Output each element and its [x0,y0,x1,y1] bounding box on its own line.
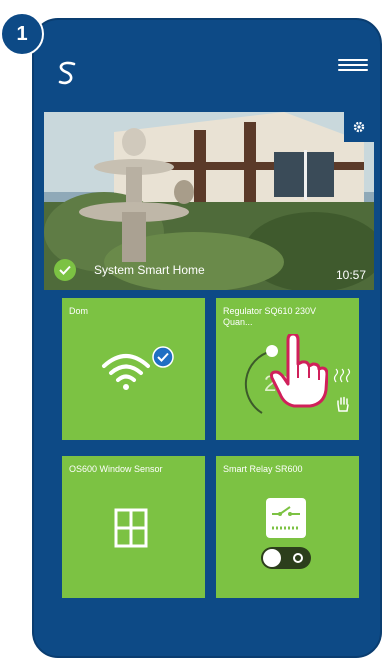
tile-label: Dom [69,306,89,316]
check-icon [54,259,76,281]
tile-label: Smart Relay SR600 [223,464,303,474]
hero-caption: System Smart Home [44,250,374,290]
gear-icon[interactable] [344,112,374,142]
hand-icon [337,396,349,412]
salus-logo-icon [56,60,80,91]
hamburger-menu-icon[interactable] [338,56,368,80]
app-header [34,20,380,115]
relay-switch-icon [266,498,306,538]
tile-smart-relay-sr600[interactable]: Smart Relay SR600 [216,456,359,598]
tile-os600-window-sensor[interactable]: OS600 Window Sensor [62,456,205,598]
home-system-title: System Smart Home [94,263,205,277]
window-icon [114,508,148,548]
toggle-icon[interactable] [260,546,312,570]
check-badge-icon [152,346,174,368]
phone-frame: System Smart Home 10:57 Dom Regulator SQ… [32,18,382,658]
tile-regulator-sq610[interactable]: Regulator SQ610 230V Quan... 23. [216,298,359,440]
tile-label: Regulator SQ610 230V Quan... [223,306,317,327]
pointer-hand-icon [270,334,328,408]
tile-dom[interactable]: Dom [62,298,205,440]
wifi-icon [102,354,150,390]
hero-time: 10:57 [335,268,366,282]
hero-image-card[interactable]: System Smart Home 10:57 [44,112,374,290]
step-number-badge: 1 [0,12,44,56]
tile-label: OS600 Window Sensor [69,464,163,474]
heat-waves-icon [333,368,351,383]
